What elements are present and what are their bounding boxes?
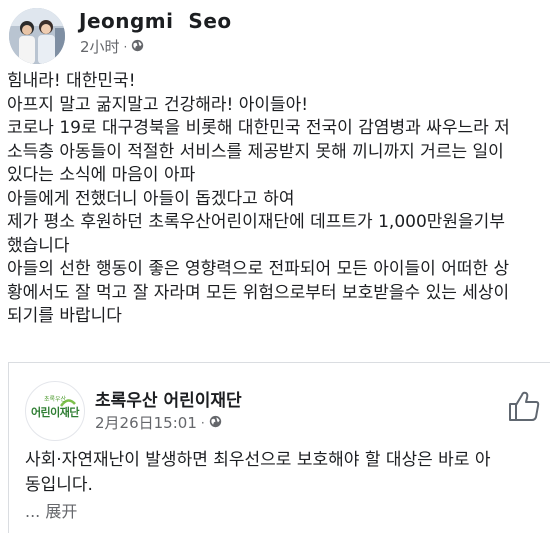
post-line: 아프지 말고 굶지말고 건강해라! 아이들아! (7, 94, 309, 115)
meta-separator: · (123, 39, 128, 54)
post-line: 아들에게 전했더니 아들이 돕겠다고 하여 (7, 188, 295, 209)
post-timestamp[interactable]: 2小时 (80, 36, 120, 57)
post-line: 제가 평소 후원하던 초록우산어린이재단에 데프트가 1,000만원을기부 (7, 212, 505, 232)
post-line: 했습니다 (7, 235, 70, 256)
post-line: 소득층 아동들이 적절한 서비스를 제공받지 못해 끼니까지 거르는 일이 (7, 141, 504, 162)
post-meta: 2小时 · (80, 36, 144, 57)
page-logo[interactable]: 초록우산 어린이재단 (25, 381, 85, 441)
logo-main-text: 어린이재단 (30, 406, 80, 419)
globe-icon (131, 37, 144, 56)
facebook-post: Jeongmi Seo 2小时 · 힘내라! 대한민국! 아프지 말고 굶지말고… (0, 0, 550, 533)
post-line: 있다는 소식에 마음이 아파 (7, 165, 196, 185)
post-body: 힘내라! 대한민국! 아프지 말고 굶지말고 건강해라! 아이들아! 코로나 1… (7, 70, 547, 329)
shared-line: 동입니다. (25, 475, 93, 495)
globe-icon (209, 413, 222, 432)
meta-separator: · (200, 415, 205, 430)
shared-page-name[interactable]: 초록우산 어린이재단 (95, 386, 242, 411)
shared-meta: 2月26日15:01 · (95, 412, 222, 433)
post-line: 힘내라! 대한민국! (7, 71, 136, 91)
post-line: 되기를 바랍니다 (7, 306, 122, 326)
thumbs-up-icon[interactable] (507, 390, 541, 426)
logo-small-text: 초록우산 (43, 396, 67, 403)
post-line: 아들의 선한 행동이 좋은 영향력으로 전파되어 모든 아이들이 어떠한 상 (7, 259, 510, 279)
post-line: 황에서도 잘 먹고 잘 자라며 모든 위험으로부터 보호받을수 있는 세상이 (7, 282, 510, 303)
author-name[interactable]: Jeongmi Seo (79, 9, 232, 33)
shared-line: 사회·자연재난이 발생하면 최우선으로 보호해야 할 대상은 바로 아 (25, 450, 491, 470)
shared-body: 사회·자연재난이 발생하면 최우선으로 보호해야 할 대상은 바로 아 동입니다… (25, 448, 550, 498)
see-more-link[interactable]: ... 展开 (25, 498, 77, 522)
shared-post-card[interactable]: 초록우산 어린이재단 초록우산 어린이재단 2月26日15:01 · 사회·자연… (8, 362, 550, 533)
shared-timestamp[interactable]: 2月26日15:01 (95, 412, 197, 433)
post-line: 코로나 19로 대구경북을 비롯해 대한민국 전국이 감염병과 싸우느라 저 (7, 118, 510, 138)
author-avatar[interactable] (9, 8, 65, 64)
